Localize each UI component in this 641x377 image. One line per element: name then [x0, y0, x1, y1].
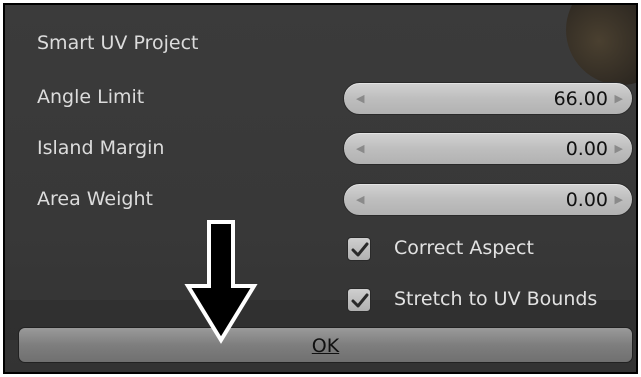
check-icon [351, 293, 369, 308]
right-arrow-icon[interactable]: ▶ [615, 92, 623, 105]
stretch-uv-bounds-checkbox[interactable] [347, 288, 371, 312]
angle-limit-field[interactable]: ◀ 66.00 ▶ [343, 82, 633, 115]
ok-label: OK [311, 335, 340, 357]
left-arrow-icon[interactable]: ◀ [356, 142, 364, 155]
panel-title: Smart UV Project [37, 32, 199, 54]
angle-limit-value: 66.00 [553, 88, 608, 110]
correct-aspect-label: Correct Aspect [394, 237, 534, 259]
correct-aspect-checkbox[interactable] [347, 237, 371, 261]
stretch-uv-bounds-label: Stretch to UV Bounds [394, 288, 598, 310]
left-arrow-icon[interactable]: ◀ [356, 193, 364, 206]
operator-panel: Smart UV Project Angle Limit ◀ 66.00 ▶ I… [3, 3, 638, 374]
left-arrow-icon[interactable]: ◀ [356, 92, 364, 105]
down-arrow-icon [184, 220, 258, 344]
island-margin-field[interactable]: ◀ 0.00 ▶ [343, 132, 633, 165]
ok-button[interactable]: OK [18, 327, 633, 363]
right-arrow-icon[interactable]: ▶ [615, 193, 623, 206]
area-weight-field[interactable]: ◀ 0.00 ▶ [343, 183, 633, 216]
area-weight-value: 0.00 [565, 189, 608, 211]
check-icon [351, 242, 369, 257]
right-arrow-icon[interactable]: ▶ [615, 142, 623, 155]
angle-limit-label: Angle Limit [37, 86, 145, 108]
island-margin-value: 0.00 [565, 138, 608, 160]
island-margin-label: Island Margin [37, 137, 165, 159]
area-weight-label: Area Weight [37, 188, 153, 210]
